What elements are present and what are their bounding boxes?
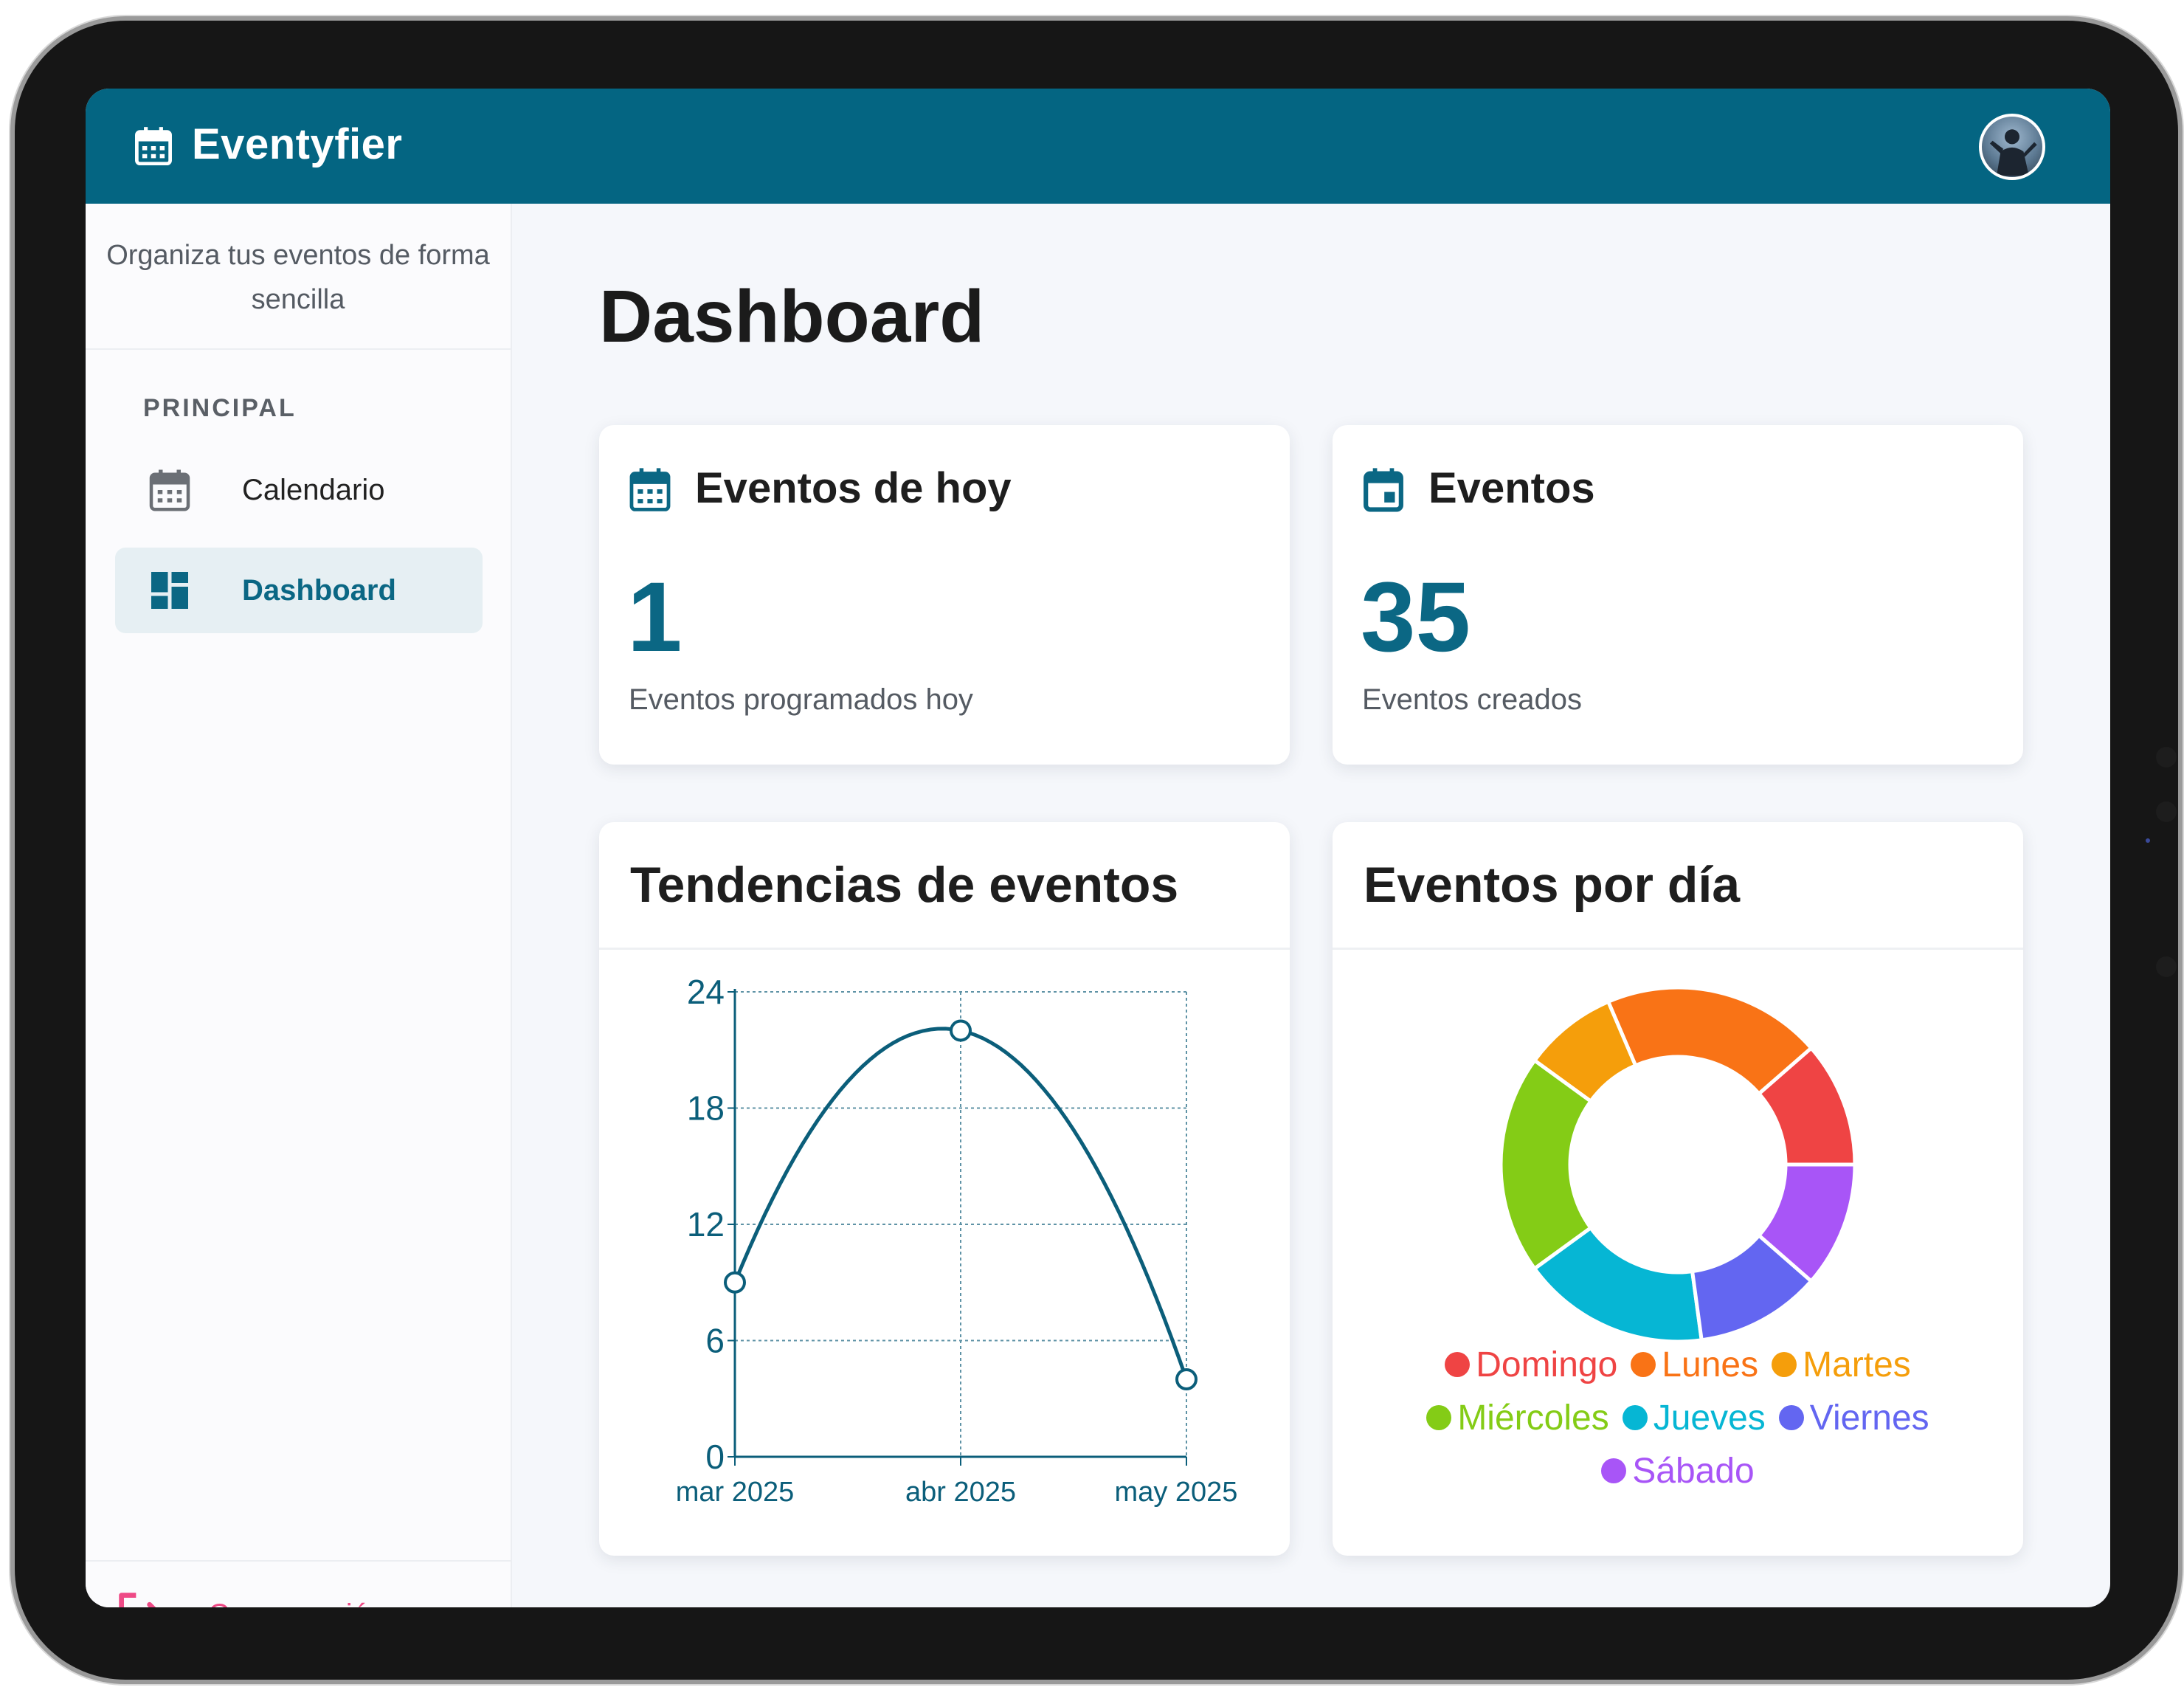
- side-button: [2156, 747, 2177, 768]
- logout-label: Cerrar sesión: [208, 1598, 385, 1607]
- line-chart: 0 6 12 18 24 mar 2025 abr 2025 may 2025: [676, 973, 1238, 1508]
- calendar-icon: [149, 469, 190, 511]
- sidebar-item-label: Dashboard: [242, 574, 396, 607]
- side-button: [2156, 956, 2177, 977]
- top-bar: Eventyfier: [86, 89, 2110, 204]
- sidebar-item-calendario[interactable]: Calendario: [115, 447, 483, 533]
- y-tick-label: 24: [687, 973, 725, 1011]
- user-avatar[interactable]: [1979, 114, 2045, 180]
- legend-item[interactable]: Martes: [1772, 1343, 1911, 1386]
- x-tick-label: may 2025: [1115, 1477, 1238, 1508]
- legend-label: Sábado: [1632, 1451, 1755, 1491]
- stat-value: 1: [627, 562, 682, 672]
- legend-swatch: [1601, 1458, 1627, 1483]
- side-button: [2156, 801, 2177, 822]
- x-tick-label: abr 2025: [905, 1477, 1016, 1508]
- avatar-picture: [1989, 129, 2037, 176]
- y-tick-label: 6: [705, 1322, 725, 1360]
- legend-item[interactable]: Domingo: [1445, 1343, 1617, 1386]
- calendar-icon: [135, 127, 172, 166]
- nav-section-label: PRINCIPAL: [143, 394, 297, 422]
- legend-swatch: [1445, 1352, 1471, 1377]
- legend-label: Lunes: [1662, 1345, 1759, 1384]
- event-icon: [1364, 468, 1403, 512]
- legend-item[interactable]: Viernes: [1778, 1396, 1929, 1439]
- legend-label: Jueves: [1653, 1398, 1766, 1438]
- app-screen: Eventyfier Organiza tus eventos de forma…: [86, 89, 2110, 1607]
- stat-caption: Eventos programados hoy: [629, 683, 973, 716]
- legend-swatch: [1631, 1352, 1656, 1377]
- legend-label: Domingo: [1476, 1345, 1618, 1384]
- page-title: Dashboard: [599, 275, 985, 358]
- divider: [86, 348, 511, 350]
- data-point: [950, 1019, 972, 1042]
- data-point: [1175, 1368, 1198, 1390]
- legend-label: Miércoles: [1457, 1398, 1609, 1438]
- stat-value: 35: [1361, 562, 1471, 672]
- legend-swatch: [1622, 1405, 1648, 1430]
- camera-dot: [2146, 838, 2150, 843]
- stat-card-events: Eventos 35 Eventos creados: [1333, 425, 2023, 765]
- y-tick-label: 12: [687, 1205, 725, 1244]
- legend-swatch: [1772, 1352, 1797, 1377]
- app-tagline: Organiza tus eventos de forma sencilla: [106, 240, 490, 315]
- legend-swatch: [1778, 1405, 1804, 1430]
- data-point: [724, 1271, 746, 1294]
- stat-card-today: Eventos de hoy 1 Eventos programados hoy: [599, 425, 1290, 765]
- chart-card-weekday: Eventos por día Domingo Lunes Martes Miérco…: [1333, 822, 2023, 1556]
- logout-icon: [119, 1593, 156, 1607]
- chart-legend: Domingo Lunes Martes Miércoles Jueves Viernes…: [1377, 1343, 1979, 1492]
- sidebar-item-label: Calendario: [242, 474, 385, 506]
- divider: [86, 1560, 511, 1562]
- sidebar: Organiza tus eventos de forma sencilla P…: [86, 204, 512, 1607]
- dashboard-icon: [151, 572, 188, 609]
- card-title: Eventos: [1428, 464, 1595, 512]
- divider: [599, 948, 1290, 950]
- calendar-icon: [629, 468, 671, 511]
- legend-label: Martes: [1803, 1345, 1911, 1384]
- legend-item[interactable]: Sábado: [1601, 1449, 1755, 1492]
- legend-item[interactable]: Jueves: [1622, 1396, 1766, 1439]
- chart-title: Eventos por día: [1364, 857, 1741, 913]
- sidebar-item-dashboard[interactable]: Dashboard: [115, 548, 483, 633]
- legend-item[interactable]: Lunes: [1631, 1343, 1758, 1386]
- legend-item[interactable]: Miércoles: [1426, 1396, 1609, 1439]
- divider: [1333, 948, 2023, 950]
- y-tick-label: 18: [687, 1089, 725, 1128]
- stat-caption: Eventos creados: [1362, 683, 1582, 716]
- app-name: Eventyfier: [192, 120, 403, 168]
- logout-button[interactable]: Cerrar sesión: [115, 1581, 425, 1607]
- chart-title: Tendencias de eventos: [630, 857, 1179, 913]
- card-title: Eventos de hoy: [695, 464, 1012, 512]
- legend-label: Viernes: [1809, 1398, 1929, 1438]
- legend-swatch: [1426, 1405, 1452, 1430]
- y-tick-label: 0: [705, 1438, 725, 1476]
- chart-card-trend: Tendencias de eventos 0 6 12 18 24 mar 2025 ab…: [599, 822, 1290, 1556]
- x-tick-label: mar 2025: [676, 1477, 795, 1508]
